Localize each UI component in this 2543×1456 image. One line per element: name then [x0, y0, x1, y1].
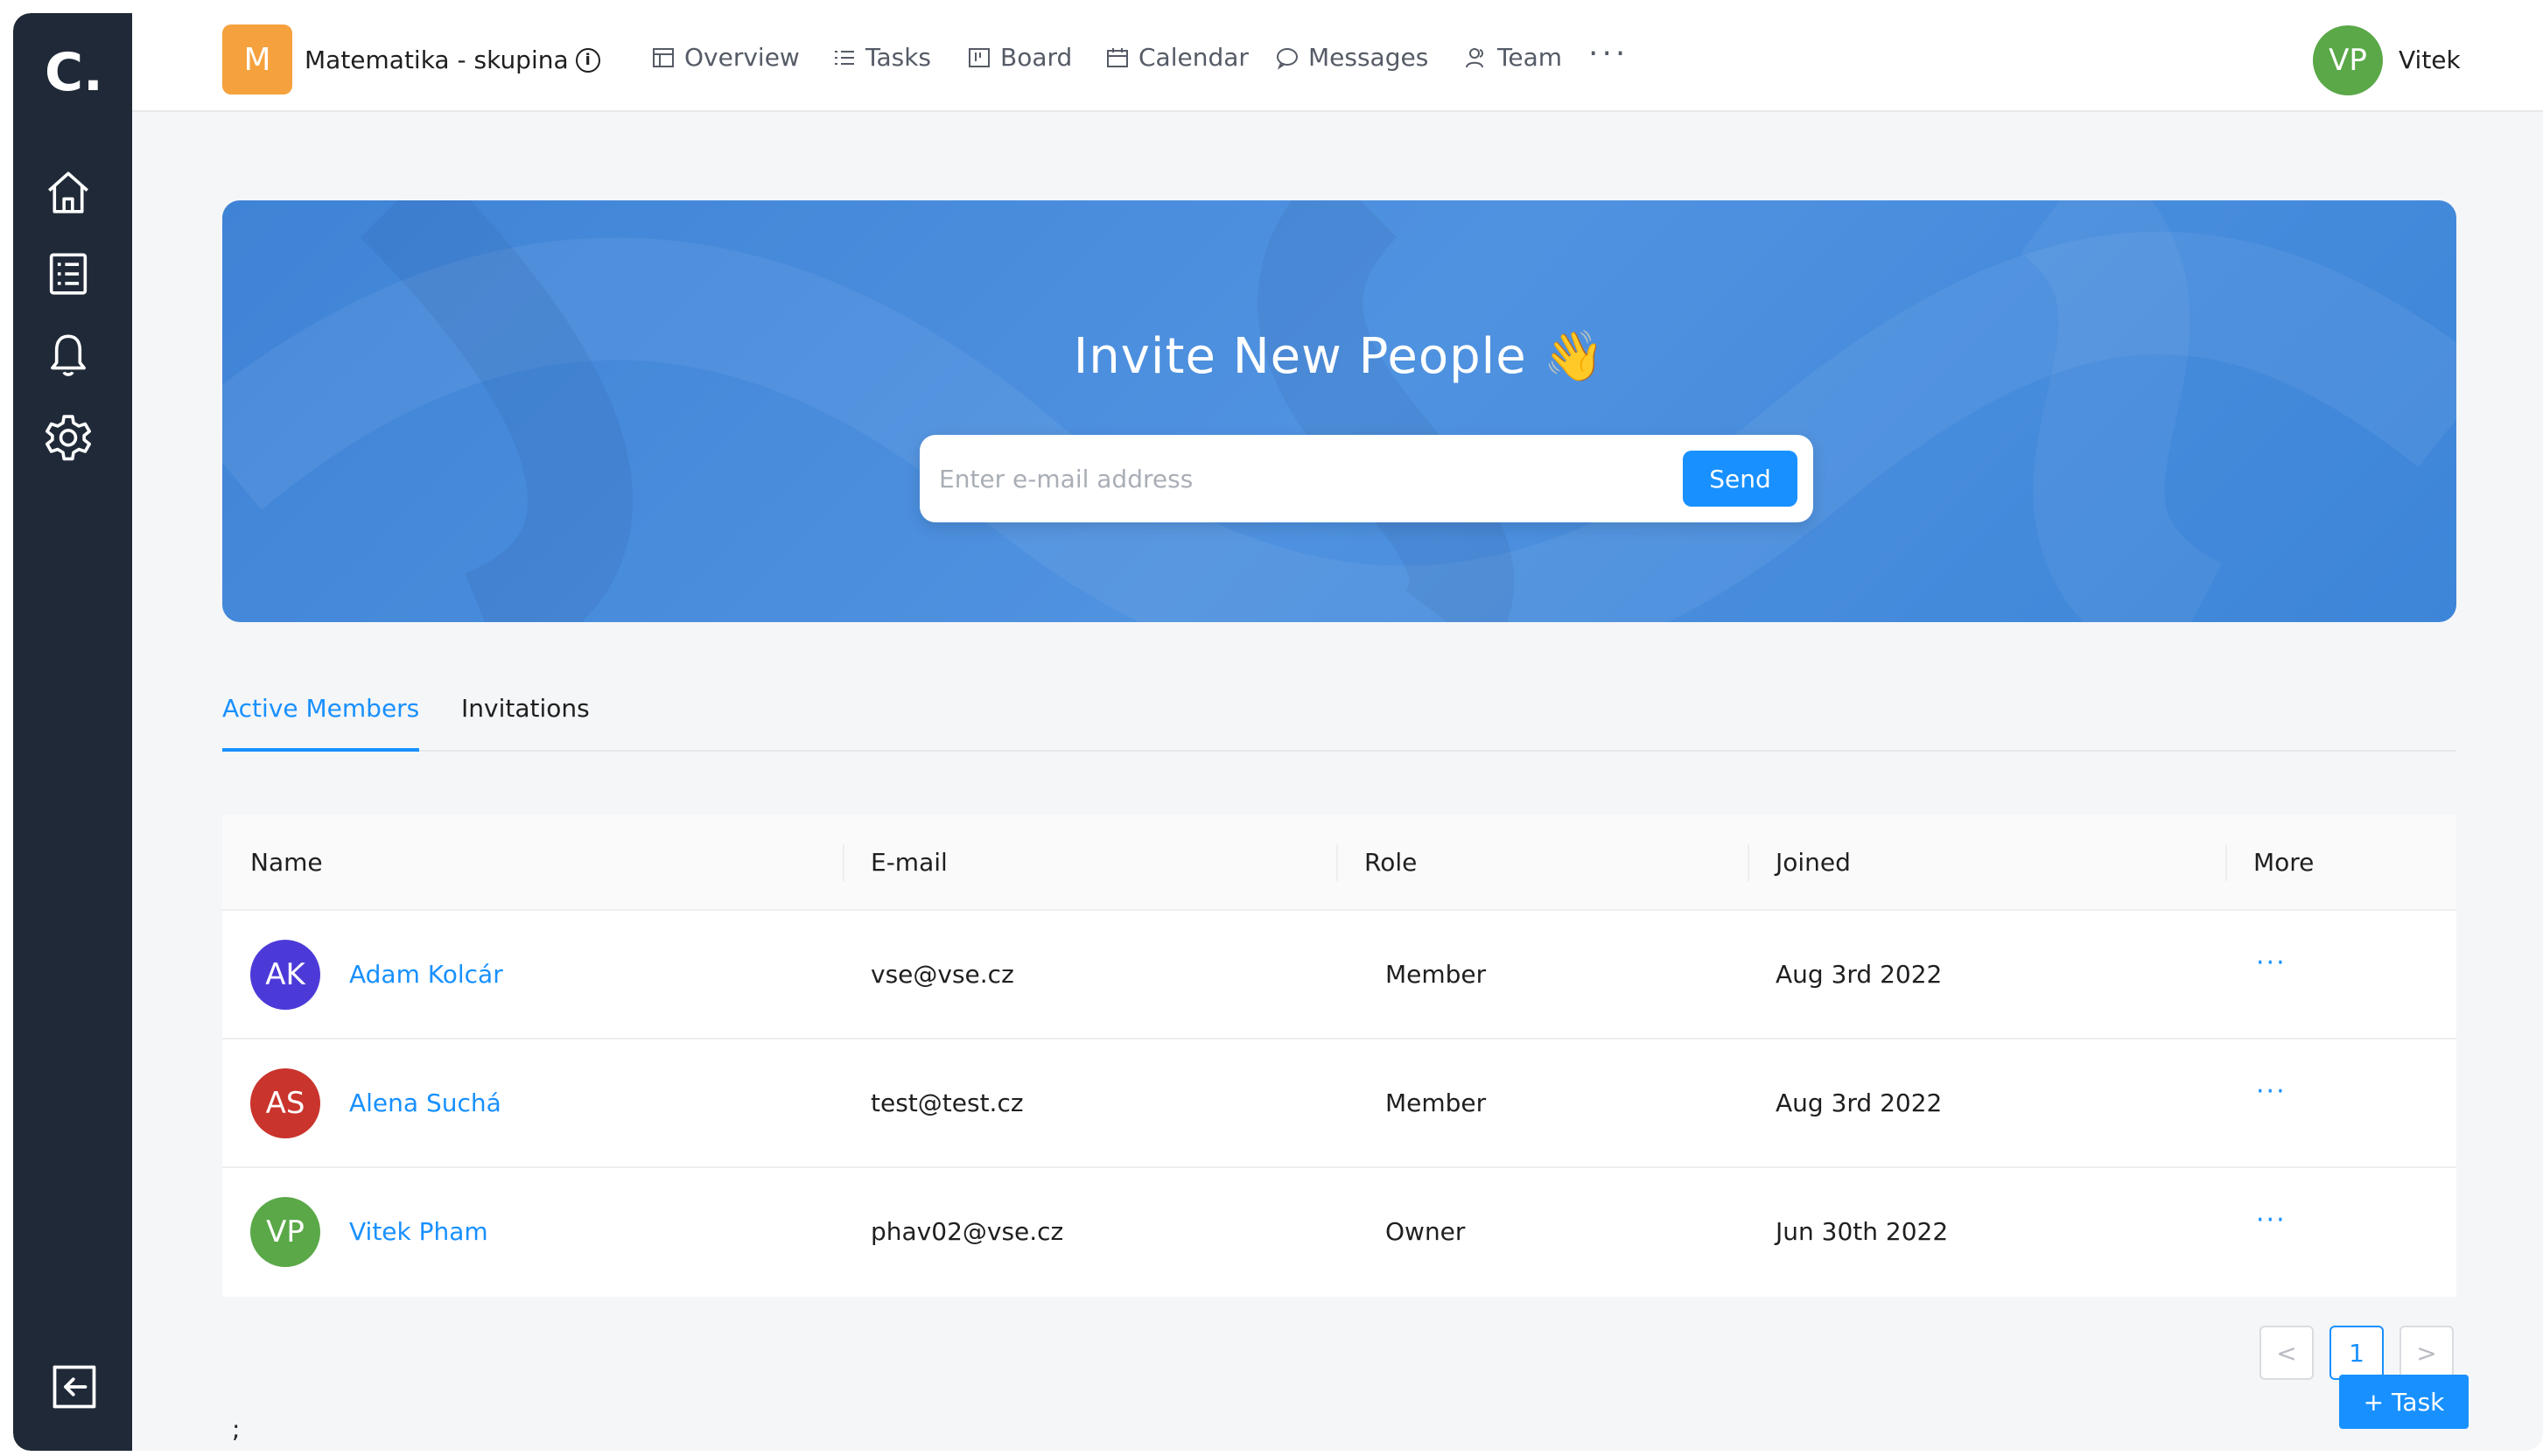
- home-icon[interactable]: [43, 167, 94, 218]
- app-frame: C. M Matematika - skupina i Overview Tas…: [13, 13, 2543, 1451]
- tab-active-members[interactable]: Active Members: [222, 694, 420, 752]
- messages-icon: [1277, 47, 1298, 70]
- email-input[interactable]: [939, 456, 1657, 501]
- member-name-link[interactable]: Vitek Pham: [349, 1217, 488, 1246]
- nav-calendar-label: Calendar: [1138, 43, 1249, 72]
- invite-form: Send: [920, 435, 1813, 522]
- nav-tasks-label: Tasks: [865, 43, 932, 72]
- project-title: Matematika - skupina i: [305, 46, 600, 74]
- top-bar: M Matematika - skupina i Overview Tasks …: [132, 13, 2543, 112]
- row-more-icon[interactable]: ···: [2256, 948, 2287, 978]
- overview-icon: [653, 47, 674, 67]
- gear-icon[interactable]: [43, 411, 94, 462]
- more-menu-icon[interactable]: ···: [1588, 36, 1629, 72]
- column-divider: [1336, 844, 1338, 881]
- column-more: More: [2253, 848, 2315, 877]
- nav-team[interactable]: Team: [1464, 43, 1562, 72]
- nav-messages[interactable]: Messages: [1275, 43, 1428, 72]
- table-row: AK Adam Kolcár vse@vse.cz Member Aug 3rd…: [222, 911, 2456, 1040]
- avatar: AS: [250, 1068, 320, 1138]
- tab-invitations[interactable]: Invitations: [461, 694, 590, 752]
- member-tabs: Active Members Invitations: [222, 678, 2456, 752]
- column-joined[interactable]: Joined: [1776, 848, 1851, 877]
- member-email: test@test.cz: [871, 1088, 1024, 1117]
- member-joined: Jun 30th 2022: [1776, 1217, 1949, 1246]
- nav-messages-label: Messages: [1308, 43, 1429, 72]
- column-email[interactable]: E-mail: [871, 848, 948, 877]
- member-role: Owner: [1385, 1217, 1466, 1246]
- member-role: Member: [1385, 1088, 1487, 1117]
- row-more-icon[interactable]: ···: [2256, 1076, 2287, 1107]
- nav-board[interactable]: Board: [967, 43, 1072, 72]
- member-name-link[interactable]: Alena Suchá: [349, 1088, 501, 1117]
- member-joined: Aug 3rd 2022: [1776, 960, 1943, 989]
- nav-calendar[interactable]: Calendar: [1105, 43, 1249, 72]
- logout-icon[interactable]: [48, 1361, 101, 1413]
- avatar: VP: [250, 1197, 320, 1267]
- member-role: Member: [1385, 960, 1487, 989]
- info-icon[interactable]: i: [575, 47, 600, 73]
- column-role[interactable]: Role: [1364, 848, 1417, 877]
- team-icon: [1466, 47, 1483, 67]
- user-name[interactable]: Vitek: [2399, 46, 2461, 74]
- row-more-icon[interactable]: ···: [2256, 1205, 2287, 1236]
- nav-board-label: Board: [1000, 43, 1073, 72]
- table-header: Name E-mail Role Joined More: [222, 815, 2456, 911]
- member-email: vse@vse.cz: [871, 960, 1014, 989]
- stray-text: ;: [232, 1415, 241, 1444]
- banner-background-decoration: [222, 200, 2456, 622]
- column-divider: [2225, 844, 2227, 881]
- invite-title: Invite New People 👋: [1073, 328, 1606, 385]
- members-table: Name E-mail Role Joined More AK Adam Kol…: [222, 815, 2456, 1297]
- nav-team-label: Team: [1497, 43, 1563, 72]
- column-divider: [1748, 844, 1749, 881]
- pagination-next-button[interactable]: >: [2399, 1326, 2454, 1380]
- board-icon: [969, 47, 990, 67]
- member-joined: Aug 3rd 2022: [1776, 1088, 1943, 1117]
- nav-overview-label: Overview: [684, 43, 800, 72]
- bell-icon[interactable]: [43, 330, 94, 381]
- pagination-prev-button[interactable]: <: [2259, 1326, 2314, 1380]
- avatar: AK: [250, 940, 320, 1010]
- pagination-page-1[interactable]: 1: [2329, 1326, 2384, 1380]
- project-badge[interactable]: M: [222, 24, 292, 94]
- add-task-button[interactable]: + Task: [2339, 1375, 2469, 1429]
- member-email: phav02@vse.cz: [871, 1217, 1064, 1246]
- nav-overview[interactable]: Overview: [651, 43, 800, 72]
- table-row: AS Alena Suchá test@test.cz Member Aug 3…: [222, 1040, 2456, 1168]
- tasks-icon: [835, 50, 854, 65]
- send-button[interactable]: Send: [1683, 451, 1797, 507]
- member-name-link[interactable]: Adam Kolcár: [349, 960, 503, 989]
- column-name[interactable]: Name: [250, 848, 323, 877]
- project-name: Matematika - skupina: [305, 46, 569, 74]
- column-divider: [843, 844, 844, 881]
- app-logo[interactable]: C.: [45, 46, 103, 99]
- invite-banner: Invite New People 👋 Send: [222, 200, 2456, 622]
- calendar-icon: [1107, 47, 1128, 67]
- nav-tasks[interactable]: Tasks: [832, 43, 931, 72]
- list-icon[interactable]: [43, 248, 94, 299]
- user-avatar[interactable]: VP: [2313, 25, 2383, 95]
- sidebar: C.: [13, 13, 132, 1451]
- table-row: VP Vitek Pham phav02@vse.cz Owner Jun 30…: [222, 1168, 2456, 1297]
